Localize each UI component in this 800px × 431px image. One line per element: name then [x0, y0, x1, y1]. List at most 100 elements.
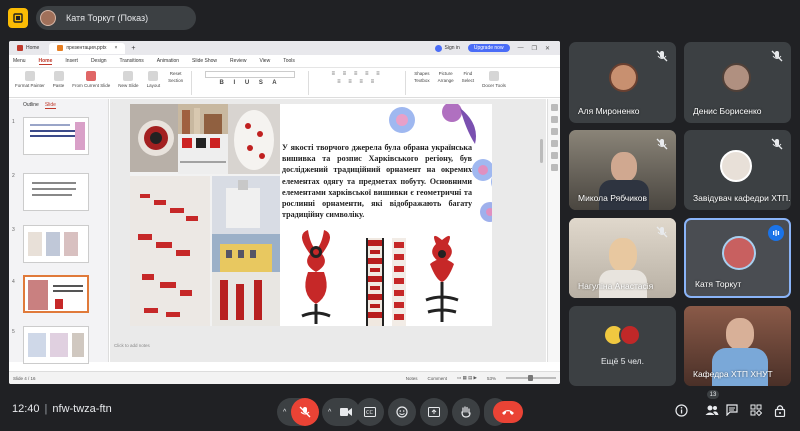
participant-tile[interactable]: Нагуліна Анастасія [569, 218, 676, 298]
presenter-indicator[interactable]: Катя Торкут (Показ) [36, 6, 196, 30]
slide-thumbnail-selected[interactable] [23, 275, 89, 313]
participant-name: Нагуліна Анастасія [578, 281, 654, 291]
people-icon [705, 405, 719, 415]
tab-outline[interactable]: Outline [23, 102, 39, 109]
tool-layout[interactable]: Layout [147, 71, 160, 88]
people-button[interactable] [704, 402, 720, 418]
minimize-icon[interactable]: — [518, 45, 524, 51]
menu-design[interactable]: Design [91, 58, 107, 64]
paste-icon [53, 71, 64, 81]
zoom-slider-handle[interactable] [528, 375, 533, 381]
shared-screen: Home презентация.pptx × + Sign in Upgrade… [9, 41, 560, 384]
wps-tab-document[interactable]: презентация.pptx × [49, 42, 126, 54]
tool-shapes[interactable]: Shapes Textbox [414, 71, 430, 83]
hang-up-button[interactable] [493, 401, 523, 423]
tool-icon[interactable] [550, 116, 558, 123]
slide-body-text[interactable]: У якості творчого джерела була обрана ук… [282, 142, 472, 220]
tool-paste[interactable]: Paste [53, 71, 64, 88]
participant-name: Кафедра ХТП ХНУТ [693, 369, 773, 379]
sign-in-button[interactable]: Sign in [434, 44, 460, 52]
view-buttons[interactable]: ▭ ▦ ▤ ▶ [457, 375, 477, 381]
mic-menu-button[interactable]: ^ [277, 398, 319, 426]
chevron-up-icon: ^ [328, 408, 332, 416]
menu-transitions[interactable]: Transitions [120, 58, 144, 64]
tool-icon[interactable] [550, 128, 558, 135]
more-participants-tile[interactable]: Ещё 5 чел. [569, 306, 676, 386]
tool-from-current-slide[interactable]: From Current Slide [72, 71, 110, 88]
tool-docer[interactable]: Docer Tools [482, 71, 506, 88]
notes-toggle[interactable]: Notes [406, 376, 418, 381]
tool-find[interactable]: Find Select [462, 71, 475, 83]
slide-thumbnail[interactable] [23, 173, 89, 211]
raise-hand-button[interactable] [452, 398, 480, 426]
emoji-button[interactable] [388, 398, 416, 426]
top-bar: Катя Торкут (Показ) [0, 0, 800, 36]
captions-icon: CC [364, 407, 376, 417]
meet-logo-icon[interactable] [8, 8, 28, 28]
menu-review[interactable]: Review [230, 58, 246, 64]
tool-icon[interactable] [550, 104, 558, 111]
participant-tile[interactable]: Аля Мироненко [569, 42, 676, 123]
participant-tile[interactable]: Завідувач кафедри ХТП... [684, 130, 791, 210]
mic-off-icon[interactable] [291, 398, 319, 426]
wps-tab-home[interactable]: Home [9, 43, 47, 54]
font-name-field[interactable] [205, 71, 296, 78]
menu-insert[interactable]: Insert [65, 58, 78, 64]
ribbon-toolbar: Format Painter Paste From Current Slide … [9, 68, 560, 98]
status-bar: Slide 4 / 16 Notes Comment ▭ ▦ ▤ ▶ 53% [9, 371, 560, 384]
tab-slide[interactable]: Slide [44, 102, 56, 109]
menu-menu[interactable]: Menu [13, 58, 26, 64]
chat-button[interactable] [724, 402, 740, 418]
new-tab-button[interactable]: + [131, 45, 135, 52]
ornament-motifs [301, 230, 459, 326]
notes-placeholder[interactable]: Click to add notes [114, 343, 150, 348]
camera-button[interactable]: ^ [322, 398, 360, 426]
menu-animation[interactable]: Animation [157, 58, 179, 64]
avatar [609, 63, 638, 92]
meeting-code: nfw-twza-ftn [52, 403, 112, 415]
tool-icon[interactable] [550, 164, 558, 171]
avatar [611, 152, 637, 182]
tool-format-painter[interactable]: Format Painter [15, 71, 45, 88]
mic-off-icon [771, 50, 783, 62]
info-button[interactable] [673, 402, 689, 418]
participant-name: Катя Торкут [695, 279, 742, 289]
participant-tile[interactable]: Кафедра ХТП ХНУТ [684, 306, 791, 386]
participant-tile[interactable]: Денис Борисенко [684, 42, 791, 123]
host-controls-button[interactable] [772, 402, 788, 418]
chat-icon [726, 404, 738, 416]
participant-tile-speaking[interactable]: Катя Торкут [684, 218, 791, 298]
current-slide[interactable]: У якості творчого джерела була обрана ук… [130, 104, 492, 326]
close-icon[interactable]: ✕ [545, 45, 550, 52]
tool-new-slide[interactable]: New Slide [118, 71, 139, 88]
slide-thumbnail[interactable] [23, 326, 89, 364]
menu-home[interactable]: Home [38, 58, 53, 65]
participant-tile[interactable]: Микола Рябчиков [569, 130, 676, 210]
slide-canvas: У якості творчого джерела була обрана ук… [110, 99, 546, 362]
upgrade-button[interactable]: Upgrade now [467, 44, 510, 52]
tool-icon[interactable] [550, 152, 558, 159]
avatar [722, 236, 756, 270]
svg-text:CC: CC [366, 410, 373, 416]
menu-tools[interactable]: Tools [283, 58, 295, 64]
tool-icon[interactable] [550, 140, 558, 147]
tool-picture[interactable]: Picture Arrange [438, 71, 454, 83]
slide-scrollbar[interactable] [540, 139, 543, 163]
paragraph-controls[interactable]: ≡ ≡ ≡ ≡ ≡ ≡ ≡ ≡ ≡ [317, 71, 397, 85]
zoom-slider[interactable] [506, 375, 556, 381]
font-style-buttons[interactable]: B I U S A [220, 80, 281, 86]
captions-button[interactable]: CC [356, 398, 384, 426]
tool-reset[interactable]: Reset Section [168, 71, 183, 83]
activities-icon [750, 404, 762, 416]
slide-thumbnail[interactable] [23, 225, 89, 263]
maximize-icon[interactable]: ❐ [532, 45, 537, 52]
menu-view[interactable]: View [259, 58, 270, 64]
activities-button[interactable] [748, 402, 764, 418]
font-controls[interactable]: B I U S A [200, 71, 300, 86]
participant-name: Микола Рябчиков [578, 193, 648, 203]
menu-slide-show[interactable]: Slide Show [192, 58, 217, 64]
comment-toggle[interactable]: Comment [428, 376, 448, 381]
participant-name: Денис Борисенко [693, 106, 762, 116]
present-button[interactable] [420, 398, 448, 426]
slide-thumbnail[interactable] [23, 117, 89, 155]
